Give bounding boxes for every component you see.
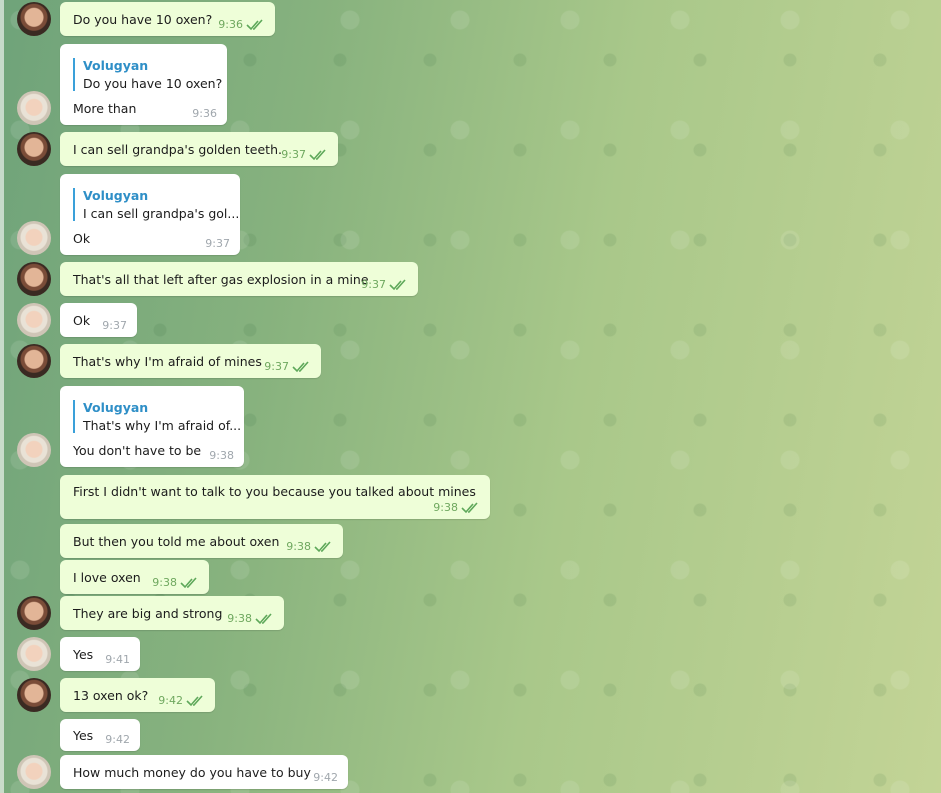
avatar[interactable]: [17, 91, 51, 125]
message-bubble-outgoing[interactable]: I can sell grandpa's golden teeth. 9:37: [60, 132, 338, 166]
double-check-icon: [255, 613, 272, 625]
message-time: 9:37: [205, 237, 230, 250]
reply-author: Volugyan: [83, 58, 149, 73]
message-text: Yes: [73, 728, 94, 743]
message-text: Yes: [73, 647, 94, 662]
message-text: I love oxen: [73, 570, 141, 585]
message-bubble-outgoing[interactable]: I love oxen 9:38: [60, 560, 209, 594]
message-text: You don't have to be: [73, 443, 202, 458]
message-text: Do you have 10 oxen?: [73, 12, 213, 27]
reply-author: Volugyan: [83, 188, 149, 203]
reply-quote[interactable]: Volugyan Do you have 10 oxen?: [73, 58, 222, 91]
message-time: 9:42: [158, 694, 183, 707]
message-time: 9:37: [102, 319, 127, 332]
avatar[interactable]: [17, 221, 51, 255]
message-time: 9:38: [209, 449, 234, 462]
message-time: 9:38: [152, 576, 177, 589]
avatar[interactable]: [17, 132, 51, 166]
message-time: 9:42: [105, 733, 130, 746]
message-text: First I didn't want to talk to you becau…: [73, 484, 476, 499]
message-text: That's all that left after gas explosion…: [73, 272, 369, 287]
message-text: More than: [73, 101, 137, 116]
message-text: But then you told me about oxen: [73, 534, 280, 549]
message-bubble-incoming[interactable]: Volugyan That's why I'm afraid of... You…: [60, 386, 244, 467]
message-bubble-outgoing[interactable]: First I didn't want to talk to you becau…: [60, 475, 490, 519]
double-check-icon: [314, 541, 331, 553]
message-text: That's why I'm afraid of mines: [73, 354, 262, 369]
avatar[interactable]: [17, 596, 51, 630]
message-time: 9:38: [433, 501, 458, 514]
avatar[interactable]: [17, 637, 51, 671]
message-text: How much money do you have to buy: [73, 765, 311, 780]
double-check-icon: [246, 19, 263, 31]
message-bubble-incoming[interactable]: Ok 9:37: [60, 303, 137, 337]
message-time: 9:37: [264, 360, 289, 373]
message-text: I can sell grandpa's golden teeth.: [73, 142, 282, 157]
message-time: 9:38: [286, 540, 311, 553]
avatar[interactable]: [17, 433, 51, 467]
reply-author: Volugyan: [83, 400, 149, 415]
message-bubble-outgoing[interactable]: They are big and strong 9:38: [60, 596, 284, 630]
reply-quote[interactable]: Volugyan I can sell grandpa's gol...: [73, 188, 239, 221]
message-bubble-incoming[interactable]: Yes 9:41: [60, 637, 140, 671]
double-check-icon: [461, 502, 478, 514]
message-bubble-incoming[interactable]: Yes 9:42: [60, 719, 140, 751]
double-check-icon: [389, 279, 406, 291]
reply-text: I can sell grandpa's gol...: [83, 206, 240, 221]
message-time: 9:37: [361, 278, 386, 291]
reply-quote[interactable]: Volugyan That's why I'm afraid of...: [73, 400, 241, 433]
avatar[interactable]: [17, 344, 51, 378]
avatar[interactable]: [17, 262, 51, 296]
message-bubble-outgoing[interactable]: That's all that left after gas explosion…: [60, 262, 418, 296]
window-left-edge: [0, 0, 4, 793]
avatar[interactable]: [17, 2, 51, 36]
message-bubble-outgoing[interactable]: That's why I'm afraid of mines 9:37: [60, 344, 321, 378]
message-bubble-outgoing[interactable]: 13 oxen ok? 9:42: [60, 678, 215, 712]
double-check-icon: [292, 361, 309, 373]
avatar[interactable]: [17, 678, 51, 712]
reply-text: Do you have 10 oxen?: [83, 76, 223, 91]
message-text: They are big and strong: [73, 606, 223, 621]
double-check-icon: [180, 577, 197, 589]
avatar[interactable]: [17, 303, 51, 337]
message-time: 9:41: [105, 653, 130, 666]
message-text: Ok: [73, 313, 91, 328]
message-bubble-incoming[interactable]: Volugyan I can sell grandpa's gol... Ok …: [60, 174, 240, 255]
message-text: 13 oxen ok?: [73, 688, 149, 703]
message-time: 9:36: [218, 18, 243, 31]
message-time: 9:37: [281, 148, 306, 161]
message-bubble-incoming[interactable]: How much money do you have to buy 9:42: [60, 755, 348, 789]
message-time: 9:36: [192, 107, 217, 120]
avatar[interactable]: [17, 755, 51, 789]
reply-text: That's why I'm afraid of...: [83, 418, 242, 433]
double-check-icon: [186, 695, 203, 707]
message-bubble-incoming[interactable]: Volugyan Do you have 10 oxen? More than …: [60, 44, 227, 125]
message-text: Ok: [73, 231, 91, 246]
message-time: 9:42: [313, 771, 338, 784]
message-bubble-outgoing[interactable]: But then you told me about oxen 9:38: [60, 524, 343, 558]
double-check-icon: [309, 149, 326, 161]
message-bubble-outgoing[interactable]: Do you have 10 oxen? 9:36: [60, 2, 275, 36]
message-time: 9:38: [227, 612, 252, 625]
